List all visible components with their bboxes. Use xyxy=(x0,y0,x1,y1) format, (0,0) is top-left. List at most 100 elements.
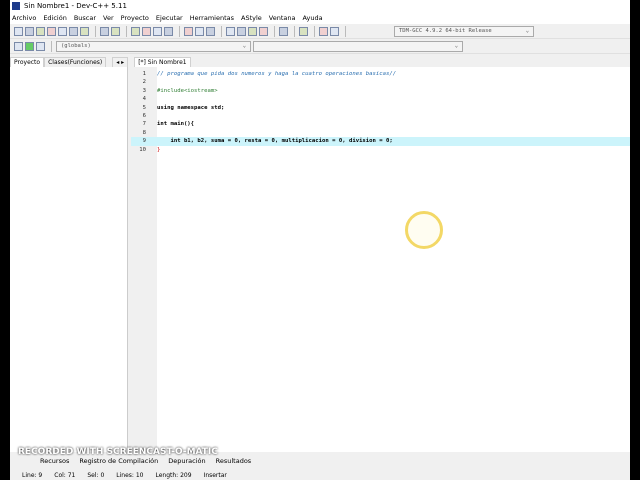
status-col: Col: 71 xyxy=(54,471,76,479)
menu-bar: Archivo Edición Buscar Ver Proyecto Ejecutar H… xyxy=(10,12,630,24)
code-text: } xyxy=(157,146,161,153)
compiler-select[interactable]: TDM-GCC 4.9.2 64-bit Release ⌄ xyxy=(394,25,534,37)
code-line[interactable]: 7 int main(){ xyxy=(131,120,630,128)
toolbar-button-icon[interactable] xyxy=(142,26,151,36)
line-number: 1 xyxy=(142,71,146,77)
toolbar-button-icon[interactable] xyxy=(319,26,328,36)
code-line[interactable]: 9 int b1, b2, suma = 0, resta = 0, multi… xyxy=(131,137,630,146)
watermark: RECORDED WITH SCREENCAST-O-MATIC xyxy=(18,447,218,457)
line-number: 9 xyxy=(142,138,146,145)
window-title: Sin Nombre1 - Dev-C++ 5.11 xyxy=(24,2,127,10)
toolbar-button-icon[interactable] xyxy=(259,26,268,36)
tab-clases[interactable]: Clases(Funciones) xyxy=(44,57,107,67)
toolbar-button-icon[interactable] xyxy=(226,26,235,36)
tab-row: Proyecto Clases(Funciones) ◂ ▸ [*] Sin N… xyxy=(10,55,630,67)
code-editor[interactable]: 1 // programa que pida dos numeros y haga… xyxy=(131,67,630,452)
cursor-highlight xyxy=(405,211,443,249)
menu-ventana[interactable]: Ventana xyxy=(269,14,296,22)
tab-scroll-buttons[interactable]: ◂ ▸ xyxy=(112,57,129,67)
line-number: 5 xyxy=(142,104,146,111)
toolbar-button-icon[interactable] xyxy=(153,26,162,36)
title-bar: Sin Nombre1 - Dev-C++ 5.11 xyxy=(10,0,630,12)
toolbar-button-icon[interactable] xyxy=(58,26,67,36)
toolbar-button-icon[interactable] xyxy=(184,26,193,36)
status-mode: Insertar xyxy=(203,471,227,479)
toolbar-main: TDM-GCC 4.9.2 64-bit Release ⌄ xyxy=(10,24,630,39)
toolbar-button-icon[interactable] xyxy=(47,26,56,36)
status-line: Line: 9 xyxy=(22,471,43,479)
tab-sin-nombre1[interactable]: [*] Sin Nombre1 xyxy=(134,57,191,67)
line-number: 3 xyxy=(142,87,146,94)
line-number: 8 xyxy=(142,129,146,136)
toolbar-separator xyxy=(345,25,346,37)
menu-edición[interactable]: Edición xyxy=(43,14,67,22)
toolbar-button-icon[interactable] xyxy=(237,26,246,36)
toolbar-button-icon[interactable] xyxy=(69,26,78,36)
toolbar-button-icon[interactable] xyxy=(330,26,339,36)
code-line[interactable]: 10} xyxy=(131,146,630,154)
line-number: 10 xyxy=(139,146,146,153)
bookmark-icon[interactable] xyxy=(36,41,45,51)
code-line[interactable]: 6 xyxy=(131,112,630,120)
line-number: 2 xyxy=(142,79,146,86)
toolbar-button-icon[interactable] xyxy=(111,26,120,36)
menu-buscar[interactable]: Buscar xyxy=(74,14,96,22)
status-lines: Lines: 10 xyxy=(116,471,144,479)
menu-ejecutar[interactable]: Ejecutar xyxy=(156,14,183,22)
app-icon xyxy=(12,2,20,10)
toolbar-button-icon[interactable] xyxy=(195,26,204,36)
toolbar-button-icon[interactable] xyxy=(36,26,45,36)
toolbar-separator xyxy=(95,25,96,37)
toolbar-separator xyxy=(126,25,127,37)
status-sel: Sel: 0 xyxy=(87,471,105,479)
bottom-tab-2[interactable]: Depuración xyxy=(168,457,205,465)
status-bar: Line: 9 Col: 71 Sel: 0 Lines: 10 Length:… xyxy=(10,470,630,480)
scope-value: (globals) xyxy=(61,43,91,49)
line-number: 6 xyxy=(142,113,146,119)
line-number: 4 xyxy=(142,96,146,103)
bottom-tab-0[interactable]: Recursos xyxy=(40,457,69,465)
toolbar-separator xyxy=(314,25,315,37)
menu-archivo[interactable]: Archivo xyxy=(12,14,36,22)
code-line[interactable]: 1 // programa que pida dos numeros y haga… xyxy=(131,70,630,78)
toolbar-button-icon[interactable] xyxy=(206,26,215,36)
toolbar-button-icon[interactable] xyxy=(25,26,34,36)
scope-select[interactable]: (globals) ⌄ xyxy=(56,40,251,52)
compiler-value: TDM-GCC 4.9.2 64-bit Release xyxy=(399,28,492,34)
devcpp-window: Sin Nombre1 - Dev-C++ 5.11 Archivo Edició… xyxy=(10,0,630,480)
tab-proyecto[interactable]: Proyecto xyxy=(10,57,45,67)
insert-icon[interactable] xyxy=(14,41,23,51)
status-length: Length: 209 xyxy=(155,471,192,479)
toolbar-button-icon[interactable] xyxy=(299,26,308,36)
code-text: #include<iostream> xyxy=(157,87,218,94)
toolbar-button-icon[interactable] xyxy=(279,26,288,36)
toolbar-button-icon[interactable] xyxy=(100,26,109,36)
menu-ayuda[interactable]: Ayuda xyxy=(303,14,323,22)
toolbar-button-icon[interactable] xyxy=(80,26,89,36)
bottom-tab-1[interactable]: Registro de Compilación xyxy=(79,457,158,465)
code-line[interactable]: 5 using namespace std; xyxy=(131,104,630,112)
toolbar-separator xyxy=(221,25,222,37)
code-text: int b1, b2, suma = 0, resta = 0, multipl… xyxy=(157,138,393,145)
toolbar-button-icon[interactable] xyxy=(164,26,173,36)
menu-herramientas[interactable]: Herramientas xyxy=(190,14,234,22)
toolbar-button-icon[interactable] xyxy=(248,26,257,36)
code-text: using namespace std; xyxy=(157,104,225,111)
code-line[interactable]: 4 xyxy=(131,95,630,103)
code-text: int main(){ xyxy=(157,121,195,128)
goto-icon[interactable] xyxy=(25,41,34,51)
toolbar-button-icon[interactable] xyxy=(14,26,23,36)
toolbar-separator xyxy=(179,25,180,37)
bottom-tab-3[interactable]: Resultados xyxy=(216,457,252,465)
code-line[interactable]: 2 xyxy=(131,78,630,86)
menu-ver[interactable]: Ver xyxy=(103,14,114,22)
code-text: // programa que pida dos numeros y haga … xyxy=(157,71,397,77)
toolbar-button-icon[interactable] xyxy=(131,26,140,36)
function-select[interactable]: ⌄ xyxy=(253,40,463,52)
code-line[interactable]: 8 xyxy=(131,129,630,137)
toolbar-separator xyxy=(294,25,295,37)
code-line[interactable]: 3 #include<iostream> xyxy=(131,87,630,95)
menu-astyle[interactable]: AStyle xyxy=(241,14,262,22)
toolbar-secondary: (globals) ⌄ ⌄ xyxy=(10,39,630,54)
menu-proyecto[interactable]: Proyecto xyxy=(121,14,149,22)
